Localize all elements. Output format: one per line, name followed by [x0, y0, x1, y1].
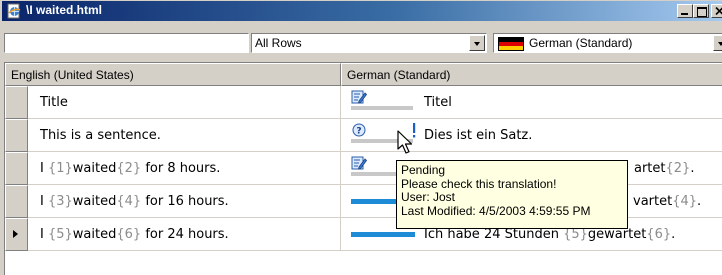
target-text-segment: Dies ist ein Satz.: [424, 128, 533, 143]
tooltip-message-line: Please check this translation!: [401, 176, 557, 191]
target-text-segment: .: [671, 227, 676, 242]
target-text: Titel: [424, 95, 452, 110]
source-text-segment: I: [40, 161, 48, 176]
source-text-segment: for 24 hours.: [141, 227, 229, 242]
german-flag-icon: [498, 37, 524, 51]
close-button[interactable]: [711, 4, 722, 18]
source-text-segment: I: [40, 194, 48, 209]
close-icon: [715, 7, 722, 15]
tooltip-status-line: Pending: [401, 163, 446, 177]
status-bar: [351, 106, 413, 110]
target-text: artet{2}.: [634, 161, 694, 176]
row-filter-dropdown-button[interactable]: [469, 35, 485, 51]
title-bar[interactable]: \I waited.html: [2, 1, 722, 21]
svg-text:?: ?: [356, 127, 361, 137]
row-selector[interactable]: [5, 119, 28, 152]
target-text: Ich habe 24 Stunden {5}gewartet{6}.: [424, 227, 675, 242]
maximize-button[interactable]: [693, 4, 709, 18]
placeholder-tag: {4}: [116, 194, 142, 209]
source-text-segment: waited: [72, 227, 117, 242]
source-cell[interactable]: Title: [28, 86, 341, 119]
row-selector[interactable]: [5, 218, 28, 251]
target-text-segment: gewartet: [587, 227, 647, 242]
row-selector[interactable]: [5, 152, 28, 185]
source-cell[interactable]: This is a sentence.: [28, 119, 341, 152]
minimize-button[interactable]: [677, 4, 693, 18]
placeholder-tag: {6}: [116, 227, 142, 242]
question-icon: ?: [352, 123, 366, 137]
source-text-segment: I: [40, 227, 48, 242]
target-text-segment: .: [697, 194, 702, 209]
placeholder-tag: {3}: [47, 194, 73, 209]
placeholder-tag: {5}: [47, 227, 73, 242]
translation-progress-bar: [351, 232, 415, 237]
placeholder-tag: {5}: [563, 227, 588, 242]
source-cell[interactable]: I {5}waited{6} for 24 hours.: [28, 218, 341, 251]
html-document-icon: [7, 3, 21, 19]
row-selector[interactable]: [5, 185, 28, 218]
translation-window: \I waited.html All Rows German (Standard…: [0, 0, 722, 275]
language-dropdown-button[interactable]: [713, 35, 722, 51]
target-cell[interactable]: Titel: [341, 86, 722, 119]
column-header-source[interactable]: English (United States): [5, 63, 341, 86]
edit-translation-icon: [351, 156, 367, 170]
table-row[interactable]: This is a sentence. ? Dies ist ein Satz.: [5, 119, 722, 152]
mouse-cursor-icon: [397, 130, 413, 154]
placeholder-tag: {4}: [672, 194, 698, 209]
target-text: vartet{4}.: [633, 194, 701, 209]
window-title: \I waited.html: [26, 3, 103, 17]
source-text-segment: waited: [72, 161, 117, 176]
row-selector[interactable]: [5, 86, 28, 119]
placeholder-tag: {2}: [116, 161, 142, 176]
source-text-segment: This is a sentence.: [40, 128, 161, 143]
language-select[interactable]: German (Standard): [493, 33, 722, 53]
placeholder-tag: {6}: [646, 227, 672, 242]
current-row-arrow-icon: [13, 230, 18, 238]
edit-translation-icon: [351, 90, 367, 104]
filter-toolbar: All Rows German (Standard): [2, 22, 722, 62]
table-row[interactable]: Title Titel: [5, 86, 722, 119]
placeholder-tag: {1}: [47, 161, 73, 176]
search-field[interactable]: [4, 33, 249, 53]
source-cell[interactable]: I {1}waited{2} for 8 hours.: [28, 152, 341, 185]
source-text-segment: Title: [40, 95, 68, 110]
status-tooltip: Pending Please check this translation! U…: [396, 160, 628, 229]
source-text-segment: waited: [72, 194, 117, 209]
column-header-target[interactable]: German (Standard): [341, 63, 722, 86]
source-cell[interactable]: I {3}waited{4} for 16 hours.: [28, 185, 341, 218]
language-value: German (Standard): [529, 36, 633, 50]
target-text-segment: artet: [634, 161, 666, 176]
target-text-segment: .: [690, 161, 695, 176]
row-filter-select[interactable]: All Rows: [251, 33, 487, 53]
source-text-segment: for 16 hours.: [141, 194, 229, 209]
tooltip-user-line: User: Jost: [401, 190, 456, 204]
row-filter-value: All Rows: [255, 36, 302, 50]
source-text-segment: for 8 hours.: [141, 161, 221, 176]
target-text-segment: Ich habe 24 Stunden: [424, 227, 564, 242]
target-text: Dies ist ein Satz.: [424, 128, 532, 143]
placeholder-tag: {2}: [665, 161, 691, 176]
target-text-segment: vartet: [633, 194, 673, 209]
target-text-segment: Titel: [424, 95, 452, 110]
tooltip-modified-line: Last Modified: 4/5/2003 4:59:55 PM: [401, 203, 591, 218]
